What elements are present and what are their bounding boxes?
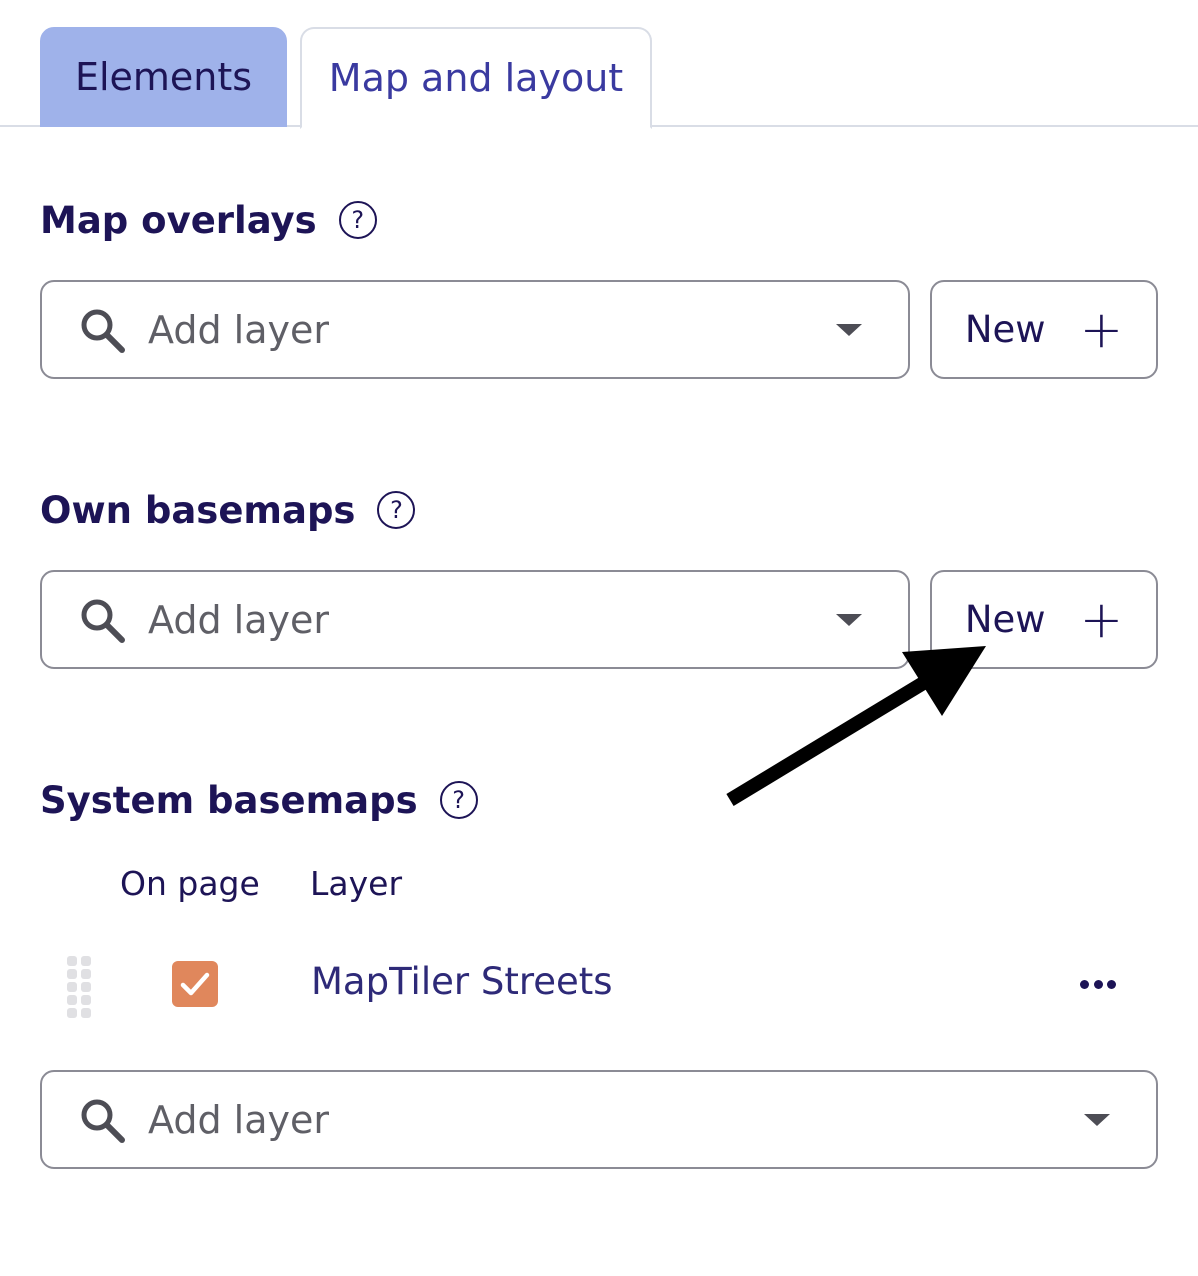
chevron-down-icon[interactable] — [836, 323, 862, 336]
tab-bar: Elements Map and layout — [0, 0, 1198, 129]
on-page-checkbox[interactable] — [172, 961, 218, 1007]
column-header-on-page: On page — [120, 864, 260, 903]
map-overlays-heading: Map overlays ? — [40, 195, 377, 245]
new-button-label: New — [964, 308, 1046, 351]
help-icon[interactable]: ? — [338, 201, 377, 239]
plus-icon: + — [1079, 589, 1124, 650]
system-basemaps-heading: System basemaps ? — [40, 775, 478, 825]
checkmark-icon — [180, 972, 210, 996]
system-basemaps-add-layer-select[interactable]: Add layer — [40, 1070, 1158, 1169]
chevron-down-icon[interactable] — [1084, 1113, 1110, 1126]
search-icon — [81, 309, 125, 353]
map-overlays-new-button[interactable]: New + — [930, 280, 1158, 379]
tab-map-and-layout[interactable]: Map and layout — [300, 27, 652, 129]
search-icon — [81, 1099, 125, 1143]
help-icon[interactable]: ? — [439, 781, 478, 819]
chevron-down-icon[interactable] — [836, 613, 862, 626]
plus-icon: + — [1079, 299, 1124, 360]
drag-handle-icon[interactable] — [67, 956, 95, 1018]
own-basemaps-title: Own basemaps — [40, 488, 356, 532]
column-header-layer: Layer — [310, 864, 403, 903]
add-layer-placeholder: Add layer — [148, 597, 329, 642]
add-layer-placeholder: Add layer — [148, 1097, 329, 1142]
add-layer-placeholder: Add layer — [148, 307, 329, 352]
help-icon[interactable]: ? — [377, 491, 416, 529]
map-overlays-add-layer-select[interactable]: Add layer — [40, 280, 910, 379]
tab-elements[interactable]: Elements — [40, 27, 287, 127]
system-basemaps-title: System basemaps — [40, 778, 418, 822]
map-overlays-title: Map overlays — [40, 198, 317, 242]
layer-name: MapTiler Streets — [311, 960, 613, 1003]
annotation-arrow-icon — [726, 646, 986, 806]
more-options-icon[interactable] — [1076, 966, 1120, 1002]
new-button-label: New — [964, 598, 1046, 641]
own-basemaps-heading: Own basemaps ? — [40, 485, 416, 535]
search-icon — [81, 599, 125, 643]
table-row: MapTiler Streets — [0, 950, 1198, 1022]
